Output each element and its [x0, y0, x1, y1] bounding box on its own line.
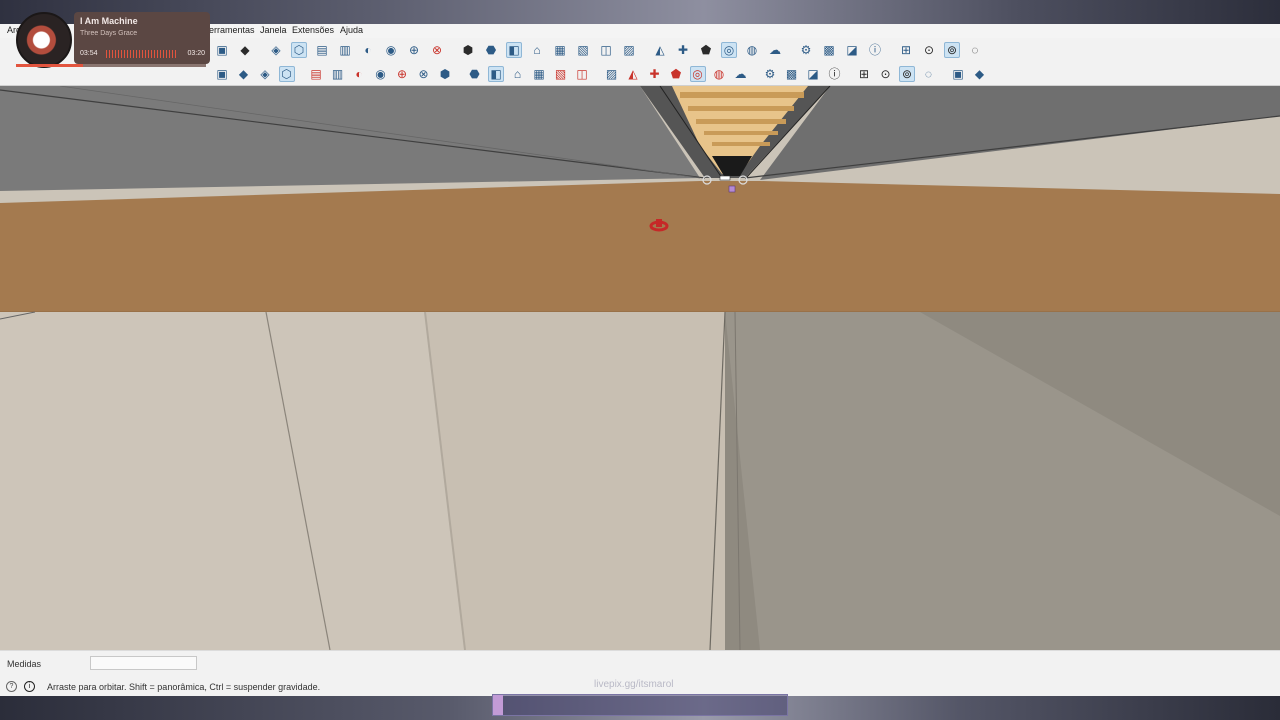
- menu-ferramentas[interactable]: erramentas: [209, 25, 255, 35]
- ceiling-right: [760, 86, 1280, 180]
- polygon-icon[interactable]: ⬡: [278, 66, 295, 82]
- status-hint: Arraste para orbitar. Shift = panorâmica…: [47, 682, 321, 692]
- album-art: [16, 12, 72, 68]
- printer-icon[interactable]: ▣: [214, 42, 230, 58]
- tag-icon[interactable]: ◫: [598, 42, 614, 58]
- select-icon[interactable]: ▨: [604, 66, 620, 82]
- scene-svg: [0, 86, 1280, 650]
- trimble-icon[interactable]: ▩: [821, 42, 837, 58]
- geolocation-icon[interactable]: ?: [6, 681, 17, 692]
- sandbox-icon[interactable]: ⊚: [899, 66, 915, 82]
- media-player-widget[interactable]: I Am Machine Three Days Grace 03:54 03:2…: [16, 12, 210, 68]
- orbit-tool-icon[interactable]: ◭: [625, 66, 641, 82]
- box-icon[interactable]: ⊞: [856, 66, 872, 82]
- arc-icon[interactable]: ◆: [236, 66, 252, 82]
- solid-icon[interactable]: ⊙: [878, 66, 894, 82]
- info2-icon[interactable]: ⊙: [921, 42, 937, 58]
- house-icon[interactable]: ⌂: [529, 42, 545, 58]
- group-icon[interactable]: ▧: [575, 42, 591, 58]
- measurements-label: Medidas: [7, 659, 42, 669]
- waveform: [106, 50, 178, 58]
- intersect-icon[interactable]: ◎: [721, 42, 737, 58]
- stream-watermark: livepix.gg/itsmarol: [594, 679, 674, 690]
- instructor-info-icon[interactable]: i: [24, 681, 35, 692]
- ext-warehouse-icon[interactable]: ⚙: [798, 42, 814, 58]
- info-icon[interactable]: ◆: [237, 42, 253, 58]
- offset-icon[interactable]: ⊗: [416, 66, 432, 82]
- styles-icon[interactable]: ◭: [652, 42, 668, 58]
- cart-icon[interactable]: ⊚: [944, 42, 960, 58]
- texture-icon[interactable]: ⊕: [406, 42, 422, 58]
- solid-tools-icon[interactable]: ⬟: [698, 42, 714, 58]
- settings-icon[interactable]: ⓘ: [867, 42, 883, 58]
- front-view-icon[interactable]: ◈: [268, 42, 284, 58]
- dimension2-icon[interactable]: ▣: [950, 66, 966, 82]
- measurements-input[interactable]: [90, 656, 197, 670]
- section-icon[interactable]: ⬢: [460, 42, 476, 58]
- track-progress-bar[interactable]: [16, 64, 206, 67]
- materials-icon[interactable]: ◍: [744, 42, 760, 58]
- zoom-window-icon[interactable]: ◎: [689, 66, 706, 82]
- more-icon[interactable]: ◆: [972, 66, 988, 82]
- move-icon[interactable]: ▤: [308, 66, 324, 82]
- outliner-icon[interactable]: ▨: [621, 42, 637, 58]
- menu-ajuda[interactable]: Ajuda: [340, 25, 363, 35]
- walk-icon[interactable]: ⚙: [762, 66, 778, 82]
- account-icon[interactable]: ◌: [967, 42, 983, 58]
- side-view-icon[interactable]: ▥: [337, 42, 353, 58]
- status-bar: Medidas ? i Arraste para orbitar. Shift …: [0, 650, 1280, 696]
- wooden-beam: [0, 181, 1280, 312]
- top-view-icon[interactable]: ⬡: [291, 42, 307, 58]
- track-duration: 03:20: [187, 50, 205, 57]
- stream-overlay-bar: [492, 694, 788, 716]
- sketchup-window: Arq erramentas Janela Extensões Ajuda ▣ ◆…: [0, 24, 1280, 696]
- zoom-extents-icon[interactable]: ◍: [711, 66, 727, 82]
- scale-icon[interactable]: ⊕: [394, 66, 410, 82]
- previous-icon[interactable]: ☁: [733, 66, 749, 82]
- eraser-icon[interactable]: ◫: [574, 66, 590, 82]
- cloud-icon[interactable]: ◪: [844, 42, 860, 58]
- axes-icon[interactable]: ⌂: [510, 66, 526, 82]
- track-title: I Am Machine: [80, 16, 138, 26]
- line-icon[interactable]: ▣: [214, 66, 230, 82]
- ceiling-left: [0, 86, 700, 191]
- rotate-icon[interactable]: ◐: [351, 66, 367, 82]
- pan-icon[interactable]: ✚: [647, 66, 663, 82]
- orbit-icon[interactable]: ⊗: [429, 42, 445, 58]
- model-viewport[interactable]: [0, 86, 1280, 650]
- text-icon[interactable]: ◧: [488, 66, 504, 82]
- paint-icon[interactable]: ▧: [553, 66, 569, 82]
- position-camera-icon[interactable]: ◪: [805, 66, 821, 82]
- section-plane-icon[interactable]: ⓘ: [827, 66, 843, 82]
- push-pull-icon[interactable]: ▥: [330, 66, 346, 82]
- menu-janela[interactable]: Janela: [260, 25, 287, 35]
- scenes-icon[interactable]: ✚: [675, 42, 691, 58]
- back-view-icon[interactable]: ◐: [360, 42, 376, 58]
- track-artist: Three Days Grace: [80, 30, 138, 37]
- iso-view-icon[interactable]: ▤: [314, 42, 330, 58]
- protractor-icon[interactable]: ⬣: [467, 66, 483, 82]
- 3d-warehouse-icon[interactable]: ☁: [767, 42, 783, 58]
- media-info-panel: I Am Machine Three Days Grace 03:54 03:2…: [16, 12, 210, 67]
- menu-extensoes[interactable]: Extensões: [292, 25, 334, 35]
- elapsed-time: 03:54: [80, 50, 98, 57]
- tape-icon[interactable]: ⬢: [437, 66, 453, 82]
- zoom-icon[interactable]: ⬟: [668, 66, 684, 82]
- circle-icon[interactable]: ◈: [257, 66, 273, 82]
- follow-me-icon[interactable]: ◉: [373, 66, 389, 82]
- back-edges-icon[interactable]: ◧: [506, 42, 522, 58]
- component-icon[interactable]: ▦: [552, 42, 568, 58]
- look-around-icon[interactable]: ▩: [784, 66, 800, 82]
- curve-icon[interactable]: ◌: [921, 66, 937, 82]
- dimension-icon[interactable]: ▦: [531, 66, 547, 82]
- shaded-icon[interactable]: ◉: [383, 42, 399, 58]
- xray-icon[interactable]: ⬣: [483, 42, 499, 58]
- layout-icon[interactable]: ⊞: [898, 42, 914, 58]
